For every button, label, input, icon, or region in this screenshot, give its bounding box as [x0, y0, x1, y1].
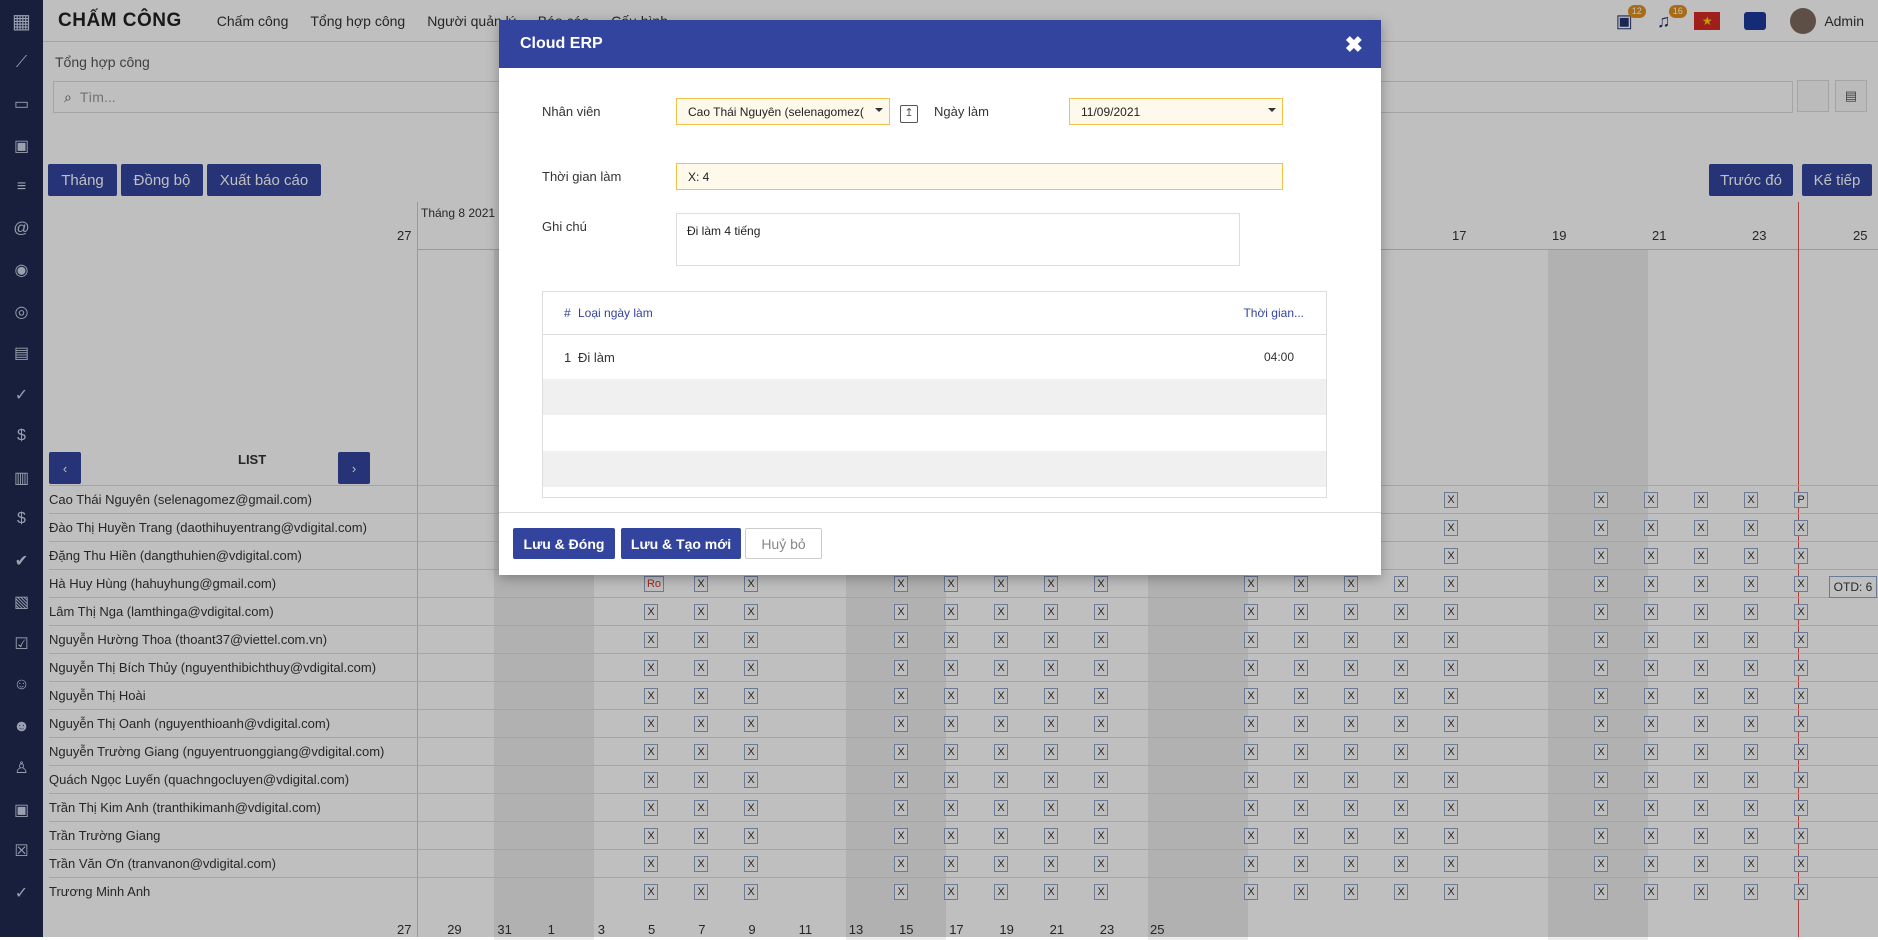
work-type-table: # Loại ngày làm Thời gian... 1 Đi làm 04… [542, 291, 1327, 498]
employee-select[interactable]: Cao Thái Nguyên (selenagomez( [676, 98, 890, 125]
close-icon[interactable]: ✖ [1345, 32, 1363, 58]
modal-header: Cloud ERP [499, 20, 1381, 68]
table-header: # Loại ngày làm Thời gian... [543, 292, 1326, 335]
time-value: X: 4 [688, 170, 709, 184]
note-textarea[interactable]: Đi làm 4 tiếng [676, 213, 1240, 266]
modal-title: Cloud ERP [520, 35, 603, 53]
row-time: 04:00 [1264, 350, 1294, 364]
cancel-button[interactable]: Huỷ bỏ [745, 528, 822, 559]
col-work-type[interactable]: Loại ngày làm [578, 306, 653, 320]
save-new-button[interactable]: Lưu & Tạo mới [621, 528, 741, 559]
note-label: Ghi chú [542, 219, 587, 234]
employee-label: Nhân viên [542, 104, 601, 119]
date-value: 11/09/2021 [1081, 105, 1140, 119]
time-field[interactable]: X: 4 [676, 163, 1283, 190]
save-close-button[interactable]: Lưu & Đóng [513, 528, 615, 559]
table-row [543, 379, 1326, 415]
row-number: 1 [564, 350, 571, 365]
employee-value: Cao Thái Nguyên (selenagomez( [688, 105, 864, 119]
date-field[interactable]: 11/09/2021 [1069, 98, 1283, 125]
date-label: Ngày làm [934, 104, 989, 119]
table-row[interactable]: 1 Đi làm 04:00 [543, 335, 1326, 379]
table-row [543, 451, 1326, 487]
upload-icon[interactable]: ↥ [900, 105, 918, 123]
col-number: # [564, 306, 571, 320]
table-row [543, 415, 1326, 451]
row-work-type: Đi làm [578, 350, 615, 365]
note-value: Đi làm 4 tiếng [687, 224, 760, 238]
attendance-modal: Cloud ERP ✖ Nhân viên Cao Thái Nguyên (s… [499, 20, 1381, 575]
col-time[interactable]: Thời gian... [1243, 306, 1304, 320]
time-label: Thời gian làm [542, 169, 621, 184]
chevron-down-icon [1268, 108, 1276, 112]
chevron-down-icon [875, 108, 883, 112]
